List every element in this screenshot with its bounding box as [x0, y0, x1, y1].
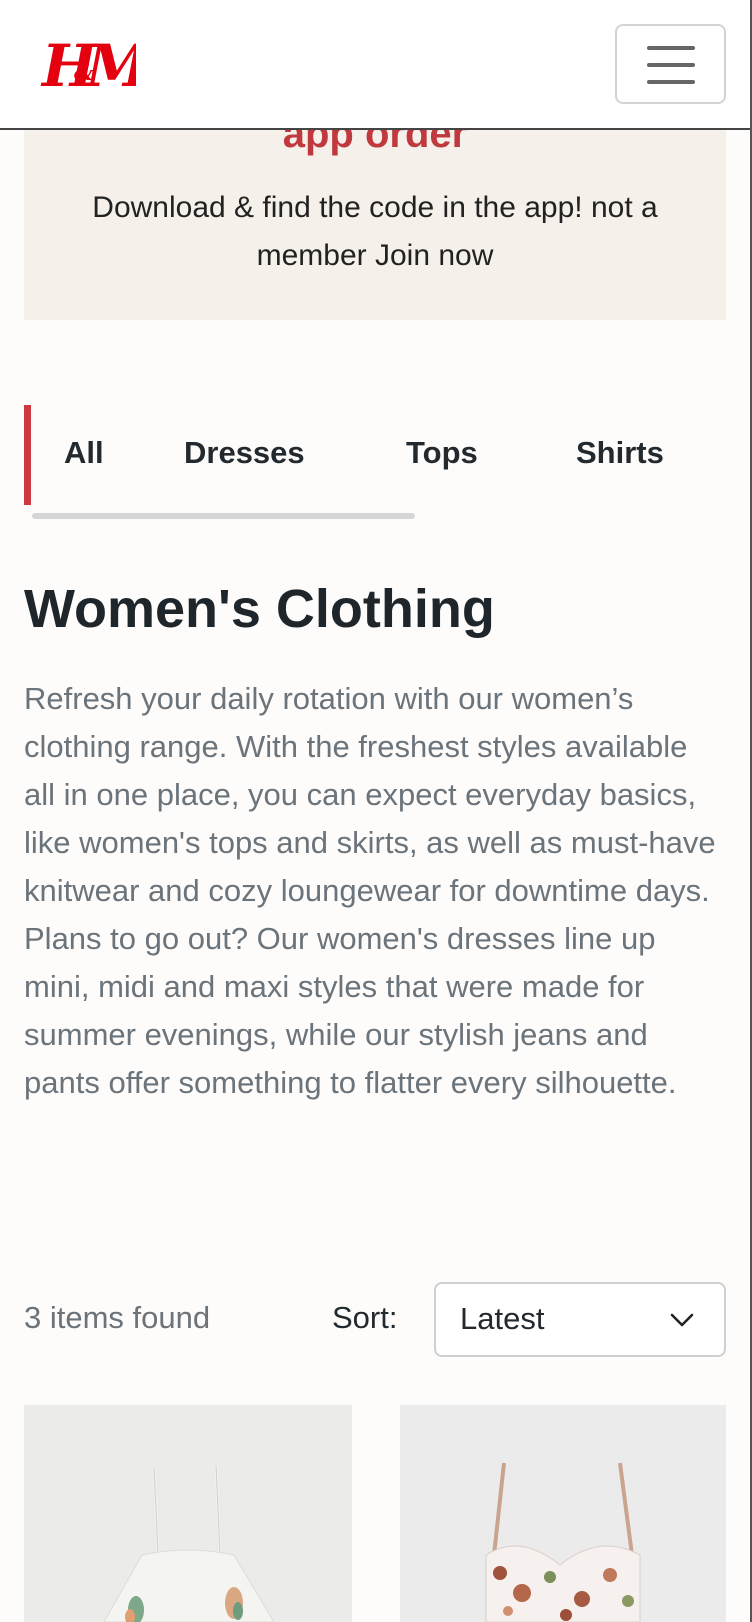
- product-image: [24, 1405, 352, 1622]
- tab-shirts[interactable]: Shirts: [576, 435, 664, 471]
- tab-tops[interactable]: Tops: [406, 435, 478, 471]
- page-title: Women's Clothing: [24, 579, 495, 639]
- active-tab-indicator: [24, 405, 31, 505]
- category-description: Refresh your daily rotation with our wom…: [24, 681, 716, 1100]
- tab-dresses[interactable]: Dresses: [184, 435, 305, 471]
- sort-select[interactable]: Latest: [434, 1282, 726, 1357]
- promo-text[interactable]: Download & find the code in the app! not…: [64, 184, 686, 280]
- menu-button[interactable]: [615, 24, 726, 104]
- category-tabs: All Dresses Tops Shirts: [24, 405, 726, 519]
- page: app order Download & find the code in th…: [0, 0, 752, 1622]
- product-card[interactable]: [400, 1405, 726, 1622]
- site-header: H & M: [0, 0, 750, 130]
- hm-logo[interactable]: H & M: [40, 28, 136, 98]
- product-card[interactable]: [24, 1405, 352, 1622]
- hamburger-icon: [647, 46, 695, 50]
- hamburger-icon-line: [647, 63, 695, 67]
- tab-all[interactable]: All: [64, 435, 104, 471]
- hamburger-icon-line: [647, 80, 695, 84]
- sort-selected-value: Latest: [460, 1301, 545, 1336]
- chevron-down-icon: [670, 1313, 694, 1327]
- results-count: 3 items found: [24, 1300, 211, 1335]
- tabs-scrollbar[interactable]: [32, 513, 415, 519]
- svg-text:M: M: [84, 32, 136, 98]
- product-image: [400, 1405, 726, 1622]
- sort-label: Sort:: [332, 1300, 398, 1335]
